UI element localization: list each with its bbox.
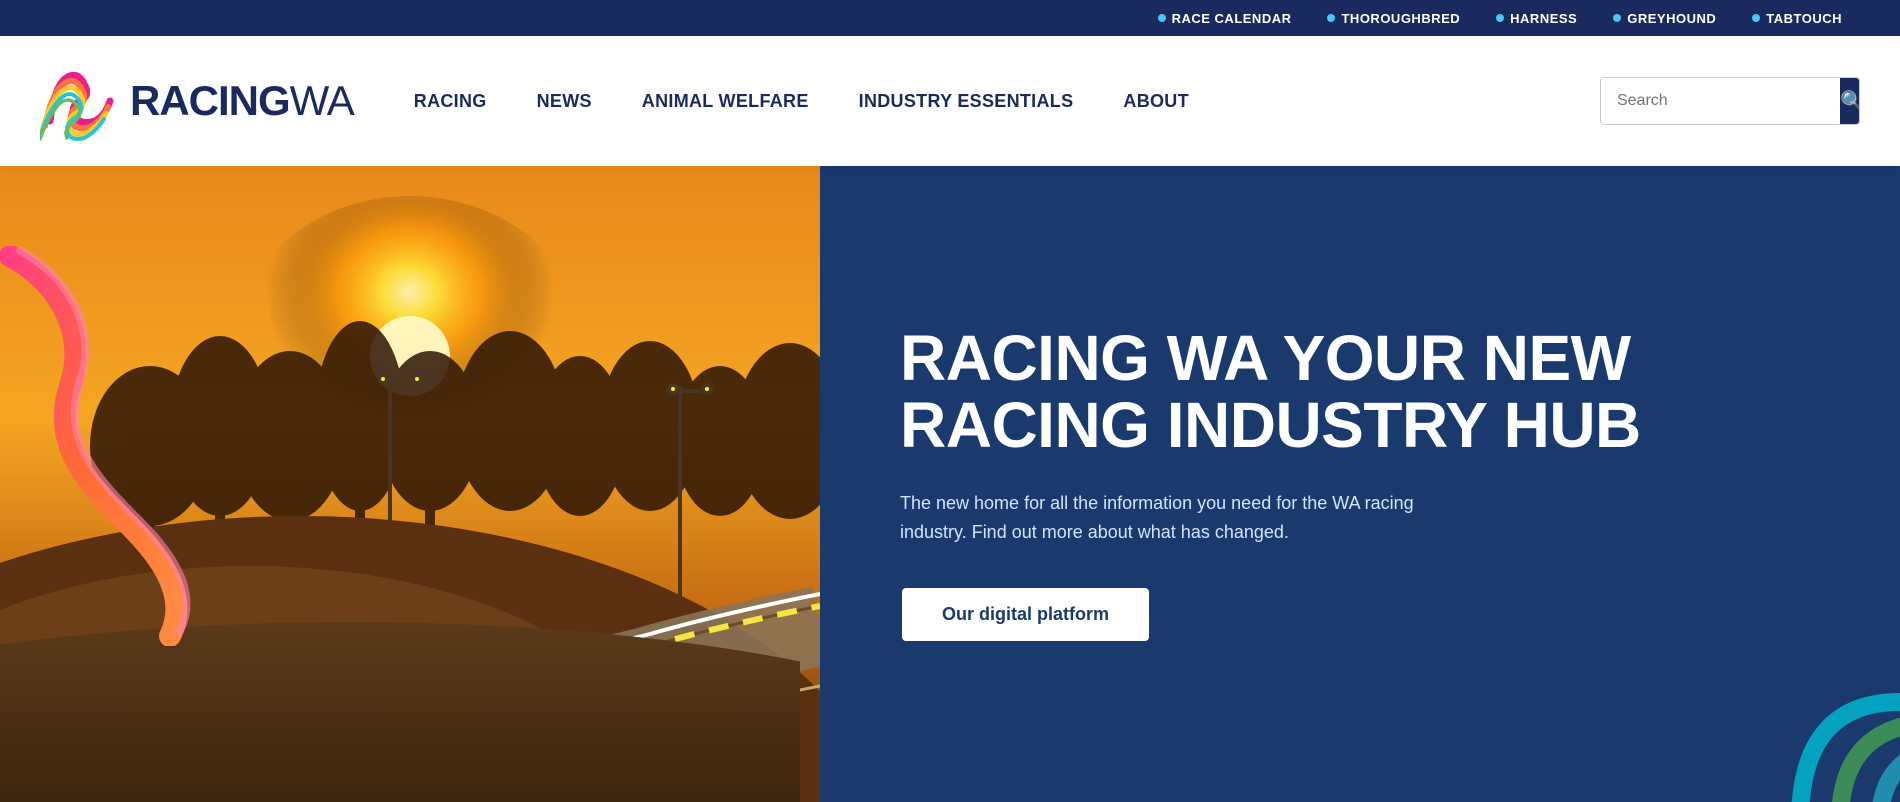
logo-link[interactable]: RACINGWA bbox=[40, 61, 354, 141]
dot-icon bbox=[1327, 14, 1335, 22]
search-area: 🔍 bbox=[1600, 77, 1860, 125]
search-button[interactable]: 🔍 bbox=[1840, 78, 1860, 124]
top-bar-greyhound[interactable]: GREYHOUND bbox=[1595, 11, 1734, 26]
top-bar-thoroughbred[interactable]: THOROUGHBRED bbox=[1309, 11, 1478, 26]
nav-news[interactable]: NEWS bbox=[537, 91, 592, 112]
hero-image bbox=[0, 166, 820, 802]
hero-cta-button[interactable]: Our digital platform bbox=[900, 586, 1151, 643]
hero-subtext: The new home for all the information you… bbox=[900, 489, 1480, 547]
main-nav: RACING NEWS ANIMAL WELFARE INDUSTRY ESSE… bbox=[414, 91, 1600, 112]
search-input[interactable] bbox=[1601, 78, 1840, 124]
dot-icon bbox=[1752, 14, 1760, 22]
logo-text: RACINGWA bbox=[130, 77, 354, 125]
dot-icon bbox=[1158, 14, 1166, 22]
top-bar-links: RACE CALENDAR THOROUGHBRED HARNESS GREYH… bbox=[1140, 11, 1860, 26]
hero-heading: RACING WA YOUR NEW RACING INDUSTRY HUB bbox=[900, 325, 1820, 459]
top-bar-harness[interactable]: HARNESS bbox=[1478, 11, 1595, 26]
top-bar-tabtouch[interactable]: TABTOUCH bbox=[1734, 11, 1860, 26]
site-header: RACINGWA RACING NEWS ANIMAL WELFARE INDU… bbox=[0, 36, 1900, 166]
search-icon: 🔍 bbox=[1840, 89, 1860, 114]
dot-icon bbox=[1496, 14, 1504, 22]
hero-section: RACING WA YOUR NEW RACING INDUSTRY HUB T… bbox=[0, 166, 1900, 802]
top-bar-race-calendar[interactable]: RACE CALENDAR bbox=[1140, 11, 1310, 26]
nav-about[interactable]: ABOUT bbox=[1123, 91, 1189, 112]
dot-icon bbox=[1613, 14, 1621, 22]
ribbon-decoration bbox=[0, 246, 270, 646]
arch-decoration bbox=[1620, 622, 1900, 802]
nav-animal-welfare[interactable]: ANIMAL WELFARE bbox=[642, 91, 809, 112]
top-bar: RACE CALENDAR THOROUGHBRED HARNESS GREYH… bbox=[0, 0, 1900, 36]
nav-industry-essentials[interactable]: INDUSTRY ESSENTIALS bbox=[859, 91, 1074, 112]
racing-wa-logo-icon bbox=[40, 61, 120, 141]
nav-racing[interactable]: RACING bbox=[414, 91, 487, 112]
hero-content-panel: RACING WA YOUR NEW RACING INDUSTRY HUB T… bbox=[820, 166, 1900, 802]
